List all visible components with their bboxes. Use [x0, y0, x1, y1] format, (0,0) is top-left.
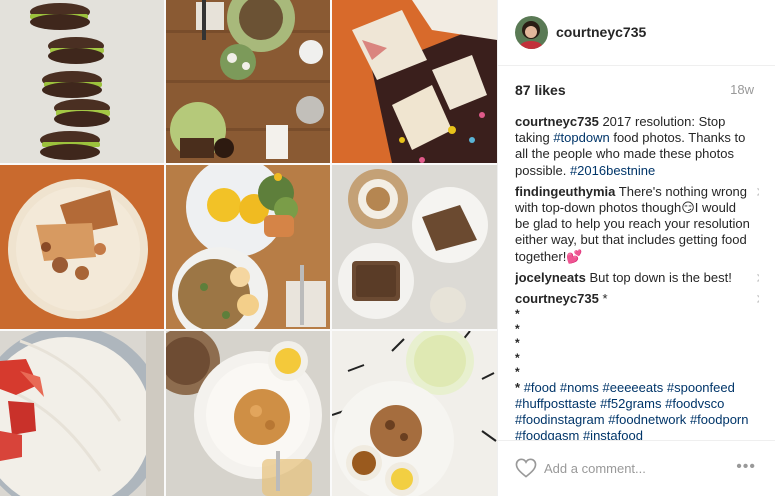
dessert-plate-photo [0, 165, 164, 329]
comment-username[interactable]: courtneyc735 [515, 114, 599, 129]
profile-photo-icon [515, 16, 548, 49]
separator-dots: * * * * * [515, 307, 753, 380]
post-age[interactable]: 18w [730, 82, 754, 97]
post-stats: 87 likes 18w [498, 66, 775, 106]
comment-text: But top down is the best! [589, 269, 732, 285]
photo-lemonade-cookie[interactable] [332, 331, 497, 496]
add-comment-bar: ••• [498, 440, 775, 496]
scone-plate-photo [166, 331, 330, 496]
photo-strawberry-cake[interactable] [0, 331, 164, 496]
photo-dessert-plate[interactable] [0, 165, 164, 329]
hashtag-link[interactable]: #eeeeeats [603, 380, 664, 395]
delete-comment-icon[interactable]: ✕ [755, 291, 759, 307]
patterned-cards-photo [332, 0, 497, 163]
hashtag-lead: * [515, 379, 521, 395]
more-options-icon[interactable]: ••• [736, 458, 756, 476]
latte-toast-photo [332, 165, 497, 329]
delete-comment-icon[interactable]: ✕ [755, 270, 759, 286]
heart-icon[interactable] [515, 458, 537, 478]
cookie-sandwich-photo [0, 0, 164, 163]
separator-dot: * [515, 321, 520, 336]
hashtag-link[interactable]: #foodporn [690, 412, 749, 427]
photo-patterned-cards[interactable] [332, 0, 497, 163]
comment-list[interactable]: courtneyc735 2017 resolution: Stop takin… [515, 114, 759, 440]
photo-table-spread[interactable] [166, 0, 330, 163]
hashtag-link[interactable]: #foodgasm [515, 428, 579, 440]
comment-username[interactable]: jocelyneats [515, 270, 586, 285]
caption-comment: courtneyc735 2017 resolution: Stop takin… [515, 114, 759, 179]
separator-dot: * [515, 350, 520, 365]
hashtag-link[interactable]: #foodvsco [665, 396, 724, 411]
post-author-username[interactable]: courtneyc735 [556, 24, 646, 40]
photo-cookie-sandwiches[interactable] [0, 0, 164, 163]
separator-dot: * [515, 336, 520, 351]
delete-comment-icon[interactable]: ✕ [755, 184, 759, 200]
likes-count[interactable]: 87 likes [515, 82, 566, 98]
hashtag-link[interactable]: #spoonfeed [667, 380, 735, 395]
comment-username[interactable]: courtneyc735 [515, 291, 599, 306]
separator-dot: * [515, 365, 520, 380]
post-panel: courtneyc735 87 likes 18w courtneyc735 2… [497, 0, 775, 496]
strawberry-cake-photo [0, 331, 164, 496]
comment-item: findingeuthymia There's nothing wrong wi… [515, 184, 759, 265]
hashtag-block: * #food #noms #eeeeeats #spoonfeed #huff… [515, 380, 753, 440]
hashtag-link[interactable]: #noms [560, 380, 599, 395]
hashtag-link[interactable]: #foodinstagram [515, 412, 605, 427]
photo-grid [0, 0, 497, 496]
hashtag-link[interactable]: #huffposttaste [515, 396, 596, 411]
photo-latte-toast[interactable] [332, 165, 497, 329]
hashtag-link[interactable]: #2016bestnine [570, 163, 655, 178]
lemonade-cookie-photo [332, 331, 497, 496]
eggs-benedict-photo [166, 165, 330, 329]
avatar[interactable] [515, 16, 548, 49]
comment-item: jocelyneats But top down is the best! ✕ [515, 270, 759, 286]
comment-username[interactable]: findingeuthymia [515, 184, 615, 199]
photo-scone-plate[interactable] [166, 331, 330, 496]
post-header: courtneyc735 [498, 0, 775, 66]
hashtag-link[interactable]: #topdown [553, 130, 609, 145]
hashtag-link[interactable]: #f52grams [600, 396, 661, 411]
separator-dot: * [515, 307, 520, 322]
hashtag-link[interactable]: #food [524, 380, 557, 395]
add-comment-input[interactable] [544, 456, 724, 480]
comment-text: * [602, 291, 608, 307]
table-spread-photo [166, 0, 330, 163]
photo-eggs-benedict[interactable] [166, 165, 330, 329]
hashtag-link[interactable]: #instafood [583, 428, 643, 440]
hashtag-link[interactable]: #foodnetwork [608, 412, 686, 427]
comment-item: courtneyc735 * ✕ * * * * * * #food #noms… [515, 291, 759, 440]
smirk-emoji-icon: 😏 [681, 200, 695, 216]
hearts-emoji-icon: 💕 [566, 248, 583, 264]
